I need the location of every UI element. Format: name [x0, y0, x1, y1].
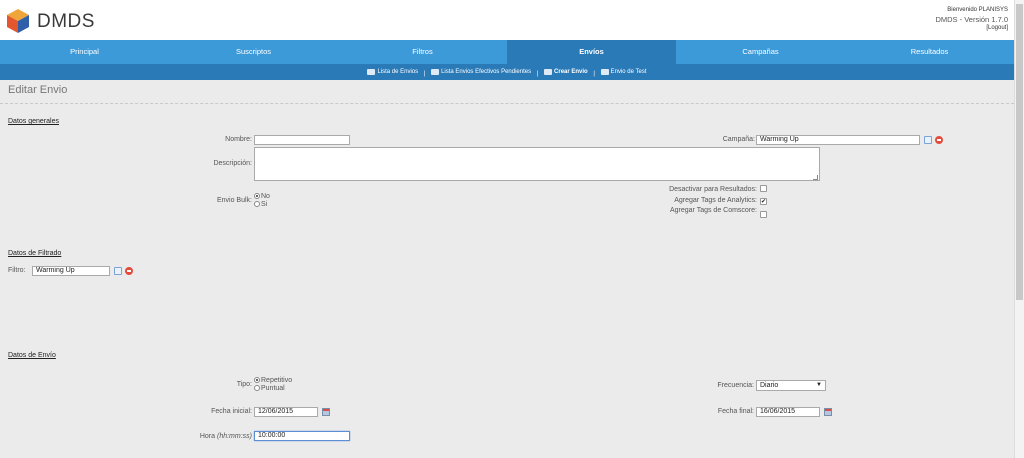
- page-title: Editar Envio: [8, 84, 68, 96]
- radio-selected-icon[interactable]: [254, 377, 260, 383]
- subnav-crear-envio-label: Crear Envio: [554, 69, 588, 75]
- fecha-inicial-calendar-icon[interactable]: [322, 408, 330, 416]
- envio-bulk-option-no[interactable]: No: [254, 193, 270, 201]
- tab-suscriptos[interactable]: Suscriptos: [169, 40, 338, 64]
- radio-selected-icon[interactable]: [254, 193, 260, 199]
- hora-label: Hora: [199, 433, 216, 440]
- list-icon: [367, 69, 376, 75]
- tab-envios[interactable]: Envíos: [507, 40, 676, 64]
- hora-input[interactable]: 10:00:00: [254, 431, 350, 441]
- tipo-option-repetitivo[interactable]: Repetitivo: [254, 377, 292, 385]
- welcome-text: Bienvenido PLANISYS: [947, 7, 1008, 13]
- main-nav: Principal Suscriptos Filtros Envíos Camp…: [0, 40, 1014, 64]
- page-scrollbar[interactable]: [1014, 0, 1024, 458]
- subnav-envio-test[interactable]: Envio de Test: [600, 64, 647, 80]
- campana-remove-icon[interactable]: [935, 136, 943, 144]
- hora-hint: (hh:mm:ss): [217, 433, 252, 440]
- test-envio-icon: [600, 69, 609, 75]
- filtro-remove-icon[interactable]: [125, 267, 133, 275]
- subnav-pendientes-label: Lista Envios Efectivos Pendientes: [441, 69, 532, 75]
- tipo-option-puntual[interactable]: Puntual: [254, 385, 292, 393]
- subnav-separator: |: [593, 71, 595, 77]
- pending-list-icon: [431, 69, 440, 75]
- sub-nav: Lista de Envios | Lista Envios Efectivos…: [0, 64, 1014, 80]
- fecha-final-input[interactable]: 16/06/2015: [756, 407, 820, 417]
- descripcion-label: Descripción:: [213, 160, 252, 167]
- tags-comscore-label: Agregar Tags de Comscore:: [669, 207, 757, 214]
- tipo-puntual-label: Puntual: [261, 385, 285, 392]
- version-text: DMDS - Versión 1.7.0: [935, 15, 1008, 24]
- subnav-separator: |: [423, 71, 426, 77]
- tab-resultados[interactable]: Resultados: [845, 40, 1014, 64]
- campana-label: Campaña:: [722, 136, 755, 143]
- tipo-repetitivo-label: Repetitivo: [261, 377, 293, 384]
- envio-bulk-label: Envio Bulk:: [216, 197, 252, 204]
- filtro-edit-icon[interactable]: [114, 267, 122, 275]
- frecuencia-value: Diario: [760, 382, 779, 389]
- create-envio-icon: [544, 69, 553, 75]
- fecha-final-calendar-icon[interactable]: [824, 408, 832, 416]
- radio-unselected-icon[interactable]: [254, 385, 260, 391]
- descripcion-textarea[interactable]: [254, 147, 820, 181]
- tab-principal[interactable]: Principal: [0, 40, 169, 64]
- section-datos-envio: Datos de Envío: [8, 352, 56, 359]
- nombre-label: Nombre:: [225, 136, 252, 143]
- frecuencia-label: Frecuencia:: [717, 382, 754, 389]
- campana-input[interactable]: Warming Up: [756, 135, 920, 145]
- campana-edit-icon[interactable]: [924, 136, 932, 144]
- chevron-down-icon: ▼: [816, 382, 822, 388]
- subnav-envio-test-label: Envio de Test: [610, 69, 647, 75]
- subnav-pendientes[interactable]: Lista Envios Efectivos Pendientes: [431, 64, 531, 80]
- subnav-separator: |: [536, 71, 539, 77]
- nombre-input[interactable]: [254, 135, 350, 145]
- header: DMDS Bienvenido PLANISYS DMDS - Versión …: [0, 0, 1014, 40]
- scrollbar-thumb[interactable]: [1016, 4, 1023, 300]
- resize-grip-icon[interactable]: [813, 175, 818, 180]
- title-divider: [0, 103, 1014, 104]
- tab-filtros[interactable]: Filtros: [338, 40, 507, 64]
- tipo-radio-group: Repetitivo Puntual: [254, 377, 292, 393]
- filtro-input[interactable]: Warming Up: [32, 266, 110, 276]
- fecha-inicial-label: Fecha inicial:: [211, 408, 252, 415]
- subnav-crear-envio[interactable]: Crear Envio: [544, 64, 588, 80]
- subnav-lista-envios-label: Lista de Envios: [377, 69, 419, 75]
- tags-analytics-label: Agregar Tags de Analytics:: [674, 197, 757, 204]
- envio-bulk-si-label: Si: [261, 201, 268, 208]
- section-datos-filtrado: Datos de Filtrado: [8, 250, 62, 257]
- envio-bulk-no-label: No: [261, 193, 270, 200]
- user-box: Bienvenido PLANISYS DMDS - Versión 1.7.0…: [935, 6, 1008, 33]
- filtro-label: Filtro:: [8, 267, 26, 274]
- frecuencia-select[interactable]: Diario ▼: [756, 380, 826, 391]
- section-datos-generales: Datos generales: [8, 118, 59, 125]
- tab-campanas[interactable]: Campañas: [676, 40, 845, 64]
- subnav-lista-envios[interactable]: Lista de Envios: [367, 64, 418, 80]
- app-name: DMDS: [37, 11, 95, 32]
- envio-bulk-option-si[interactable]: Si: [254, 201, 270, 209]
- dmds-logo-icon: [7, 9, 29, 33]
- tags-comscore-checkbox[interactable]: [760, 211, 767, 218]
- radio-unselected-icon[interactable]: [254, 201, 260, 207]
- logout-link[interactable]: [Logout]: [935, 24, 1008, 33]
- desactivar-resultados-checkbox[interactable]: [760, 185, 767, 192]
- fecha-inicial-input[interactable]: 12/06/2015: [254, 407, 318, 417]
- desactivar-resultados-label: Desactivar para Resultados:: [669, 186, 757, 193]
- tipo-label: Tipo:: [236, 381, 252, 388]
- fecha-final-label: Fecha final:: [717, 408, 754, 415]
- hora-label-group: Hora (hh:mm:ss): [150, 433, 252, 440]
- tags-analytics-checkbox[interactable]: ✔: [760, 198, 767, 205]
- envio-bulk-radio-group: No Si: [254, 193, 270, 209]
